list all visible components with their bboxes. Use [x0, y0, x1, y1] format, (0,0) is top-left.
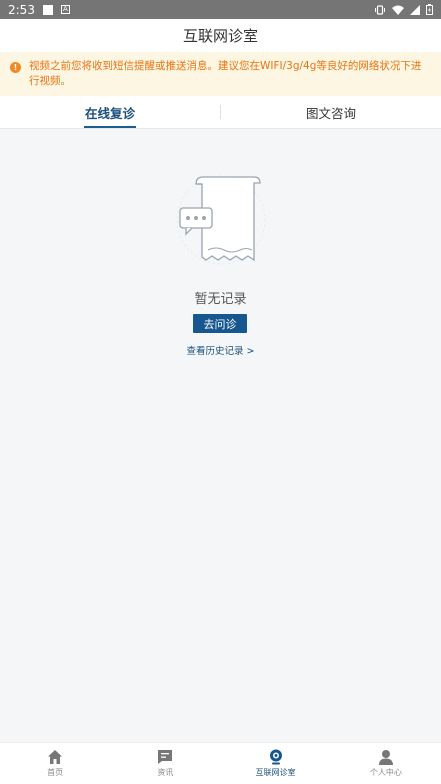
message-icon [158, 750, 173, 764]
nav-item-internet-clinic[interactable]: 互联网诊室 [221, 743, 331, 784]
status-time: 2:53 [8, 2, 35, 17]
nav-label: 资讯 [157, 768, 174, 777]
signal-icon [410, 4, 420, 15]
page-title: 互联网诊室 [182, 27, 258, 45]
empty-message: 暂无记录 [194, 292, 247, 307]
nav-item-home[interactable]: 首页 [0, 743, 110, 784]
battery-icon [426, 4, 433, 15]
nav-label: 个人中心 [369, 768, 402, 777]
tab-text-consult[interactable]: 图文咨询 [221, 96, 441, 128]
nav-item-profile[interactable]: 个人中心 [331, 743, 441, 784]
tab-online-revisit[interactable]: 在线复诊 [0, 96, 220, 128]
home-icon [48, 750, 63, 764]
empty-records-illustration [176, 175, 266, 265]
status-bar: 2:53 A [0, 0, 441, 19]
wifi-icon [392, 5, 404, 15]
notice-banner: ! 视频之前您将收到短信提醒或推送消息。建议您在WIFI/3g/4g等良好的网络… [0, 52, 441, 96]
page-header: 互联网诊室 [0, 19, 441, 52]
bottom-nav: 首页 资讯 互联网诊室 个人中心 [0, 742, 441, 784]
view-history-link[interactable]: 查看历史记录 > [0, 343, 441, 357]
webcam-icon [269, 749, 282, 765]
vibrate-icon [375, 4, 385, 15]
go-consult-button[interactable]: 去问诊 [193, 314, 247, 333]
tab-label: 在线复诊 [84, 105, 135, 121]
warning-icon: ! [10, 62, 21, 73]
notification-square-icon [42, 4, 53, 15]
notification-a-icon: A [60, 5, 70, 14]
tab-bar: 在线复诊 图文咨询 [0, 96, 441, 129]
notice-text: 视频之前您将收到短信提醒或推送消息。建议您在WIFI/3g/4g等良好的网络状况… [29, 60, 422, 87]
nav-label: 首页 [47, 768, 64, 777]
nav-item-news[interactable]: 资讯 [110, 743, 220, 784]
user-icon [378, 750, 393, 765]
tab-label: 图文咨询 [305, 105, 356, 121]
nav-label: 互联网诊室 [255, 768, 296, 777]
